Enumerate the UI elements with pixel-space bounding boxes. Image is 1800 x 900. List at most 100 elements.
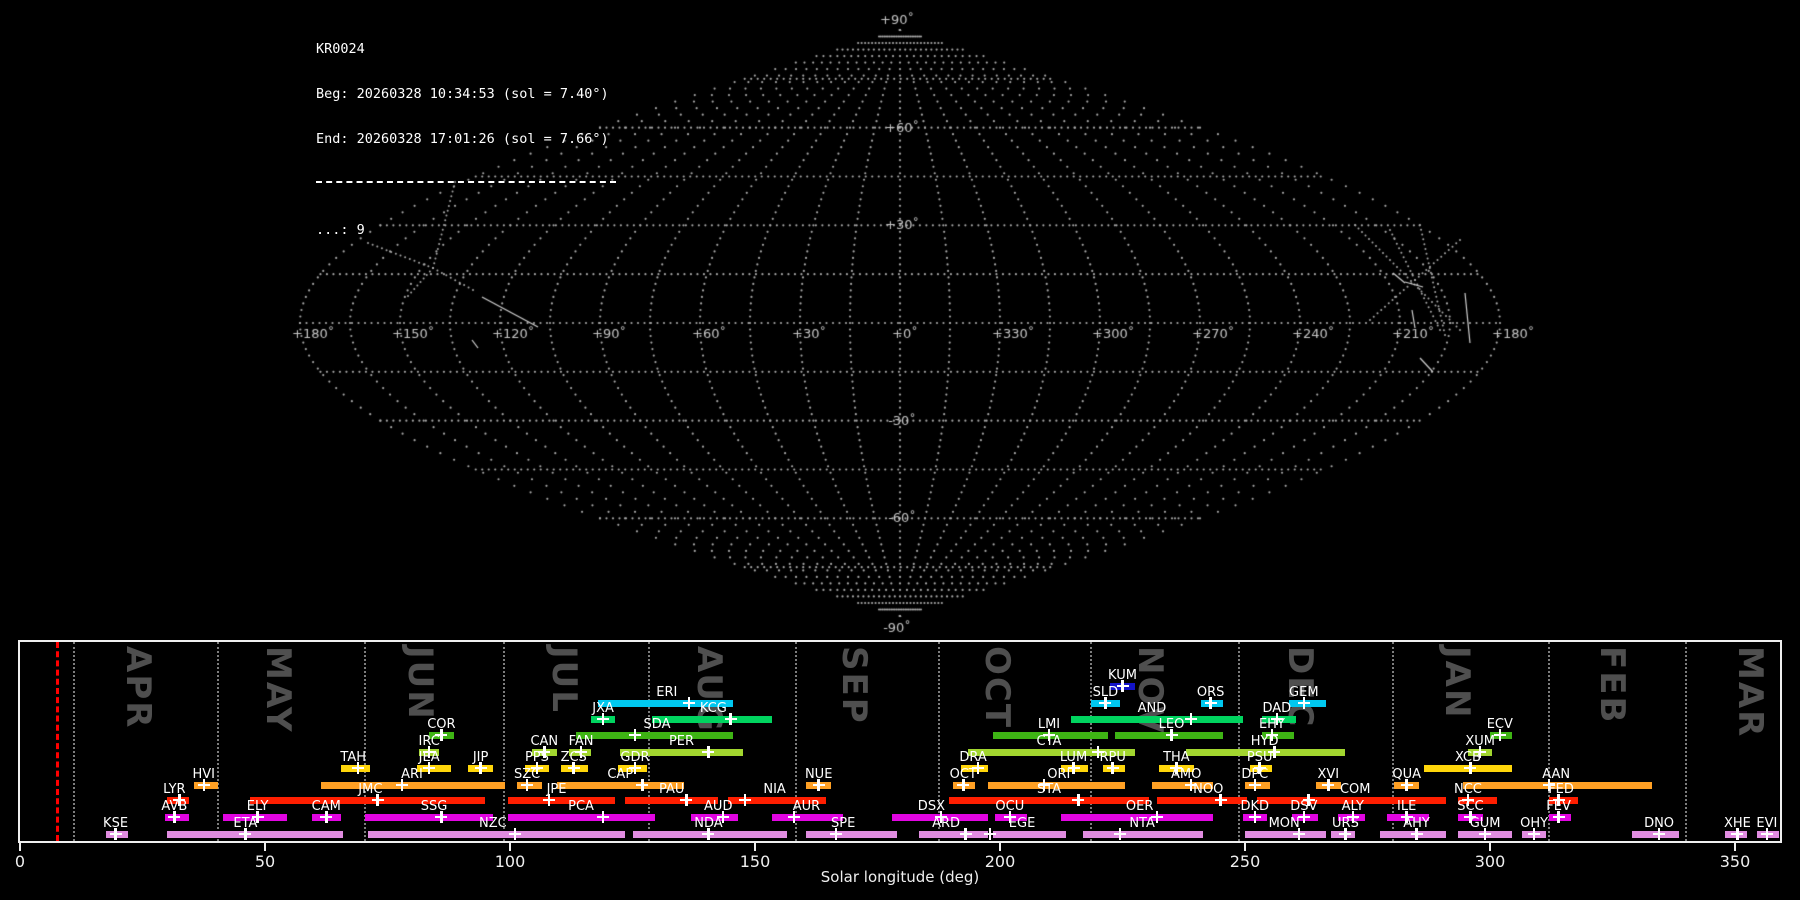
shower-label-jpe: JPE <box>547 783 567 796</box>
shower-label-lyr: LYR <box>163 783 186 796</box>
shower-label-fan: FAN <box>569 735 594 748</box>
shower-label-urs: URS <box>1332 817 1359 830</box>
shower-bar-ssg <box>365 814 492 821</box>
shower-label-ile: ILE <box>1397 800 1416 813</box>
shower-label-dkd: DKD <box>1241 800 1270 813</box>
shower-label-qua: QUA <box>1392 768 1421 781</box>
shower-label-jea: JEA <box>419 751 440 764</box>
x-tick-0 <box>19 843 21 851</box>
shower-label-nzc: NZC <box>479 817 507 830</box>
month-gridline-may <box>217 642 219 841</box>
x-tick-label-350: 350 <box>1720 852 1751 871</box>
shower-label-and: AND <box>1138 702 1167 715</box>
shower-label-dad: DAD <box>1263 702 1292 715</box>
shower-label-rpu: RPU <box>1099 751 1125 764</box>
x-tick-label-50: 50 <box>255 852 275 871</box>
shower-label-ege: EGE <box>1009 817 1036 830</box>
x-tick-label-200: 200 <box>985 852 1016 871</box>
shower-label-pau: PAU <box>659 783 684 796</box>
shower-bar-and <box>1071 716 1243 723</box>
month-label-apr: APR <box>118 646 158 729</box>
x-tick-250 <box>1244 843 1246 851</box>
shower-peak-marker-nta <box>1114 828 1126 840</box>
shower-label-ehy: EHY <box>1259 718 1285 731</box>
shower-label-ard: ARD <box>932 817 960 830</box>
shower-label-scc: SCC <box>1457 800 1483 813</box>
shower-label-cam: CAM <box>312 800 341 813</box>
shower-label-sld: SLD <box>1093 686 1119 699</box>
shower-label-ahy: AHY <box>1403 817 1430 830</box>
shower-label-dpc: DPC <box>1241 768 1268 781</box>
shower-label-ncc: NCC <box>1454 783 1482 796</box>
shower-label-spe: SPE <box>831 817 855 830</box>
shower-peak-marker-nzc <box>509 828 521 840</box>
shower-label-ohy: OHY <box>1520 817 1548 830</box>
shower-label-hvi: HVI <box>192 768 215 781</box>
shower-label-cor: COR <box>427 718 455 731</box>
x-tick-300 <box>1489 843 1491 851</box>
shower-label-jmc: JMC <box>358 783 382 796</box>
shower-peak-marker-nia <box>739 794 751 806</box>
shower-label-sta: STA <box>1037 783 1061 796</box>
shower-label-amo: AMO <box>1171 768 1201 781</box>
shower-label-xum: XUM <box>1465 735 1495 748</box>
month-label-jul: JUL <box>544 646 584 714</box>
shower-label-kse: KSE <box>103 817 128 830</box>
shower-label-aan: AAN <box>1542 768 1570 781</box>
shower-label-evi: EVI <box>1756 817 1777 830</box>
shower-bar-pca <box>508 814 655 821</box>
shower-peak-marker-ege <box>984 828 996 840</box>
x-tick-350 <box>1734 843 1736 851</box>
shower-peak-marker-pca <box>597 811 609 823</box>
shower-label-ors: ORS <box>1197 686 1225 699</box>
shower-label-cta: CTA <box>1037 735 1062 748</box>
shower-bar-ege <box>993 831 1067 838</box>
month-gridline-mar <box>1685 642 1687 841</box>
shower-label-ari: ARI <box>401 768 423 781</box>
x-tick-label-300: 300 <box>1475 852 1506 871</box>
shower-label-psu: PSU <box>1247 751 1273 764</box>
shower-label-dno: DNO <box>1644 817 1674 830</box>
shower-peak-marker-and <box>1185 713 1197 725</box>
shower-label-eta: ETA <box>233 817 257 830</box>
shower-label-leo: LEO <box>1159 718 1185 731</box>
shower-label-szc: SZC <box>514 768 540 781</box>
shower-peak-marker-ard <box>960 828 972 840</box>
shower-bar-ard <box>919 831 988 838</box>
shower-label-pps: PPS <box>525 751 549 764</box>
shower-label-ecv: ECV <box>1487 718 1513 731</box>
shower-label-aud: AUD <box>704 800 732 813</box>
shower-label-nta: NTA <box>1129 817 1155 830</box>
x-axis-title: Solar longitude (deg) <box>821 868 979 886</box>
shower-label-hyd: HYD <box>1251 735 1279 748</box>
x-tick-label-0: 0 <box>15 852 25 871</box>
shower-bar-mon <box>1245 831 1326 838</box>
shower-bar-sda <box>576 732 733 739</box>
shower-bar-nzc <box>368 831 625 838</box>
x-tick-label-150: 150 <box>740 852 771 871</box>
month-gridline-nov <box>1090 642 1092 841</box>
shower-label-jxa: JXA <box>592 702 614 715</box>
shower-label-fev: FEV <box>1546 800 1571 813</box>
shower-label-aur: AUR <box>793 800 820 813</box>
shower-label-xcb: XCB <box>1455 751 1481 764</box>
shower-label-aly: ALY <box>1342 800 1364 813</box>
month-label-jan: JAN <box>1437 646 1477 719</box>
shower-label-oct: OCT <box>950 768 977 781</box>
shower-label-pca: PCA <box>568 800 594 813</box>
shower-label-avb: AVB <box>161 800 187 813</box>
shower-label-com: COM <box>1340 783 1371 796</box>
month-gridline-jan <box>1392 642 1394 841</box>
shower-label-ssg: SSG <box>421 800 448 813</box>
x-tick-50 <box>264 843 266 851</box>
shower-label-gum: GUM <box>1470 817 1501 830</box>
shower-label-gdr: GDR <box>620 751 649 764</box>
shower-label-ori: ORI <box>1047 768 1070 781</box>
shower-label-xhe: XHE <box>1724 817 1751 830</box>
shower-bar-nta <box>1083 831 1203 838</box>
shower-label-can: CAN <box>530 735 558 748</box>
shower-label-ocu: OCU <box>995 800 1024 813</box>
x-tick-100 <box>509 843 511 851</box>
shower-label-kum: KUM <box>1108 669 1137 682</box>
shower-label-dra: DRA <box>959 751 986 764</box>
